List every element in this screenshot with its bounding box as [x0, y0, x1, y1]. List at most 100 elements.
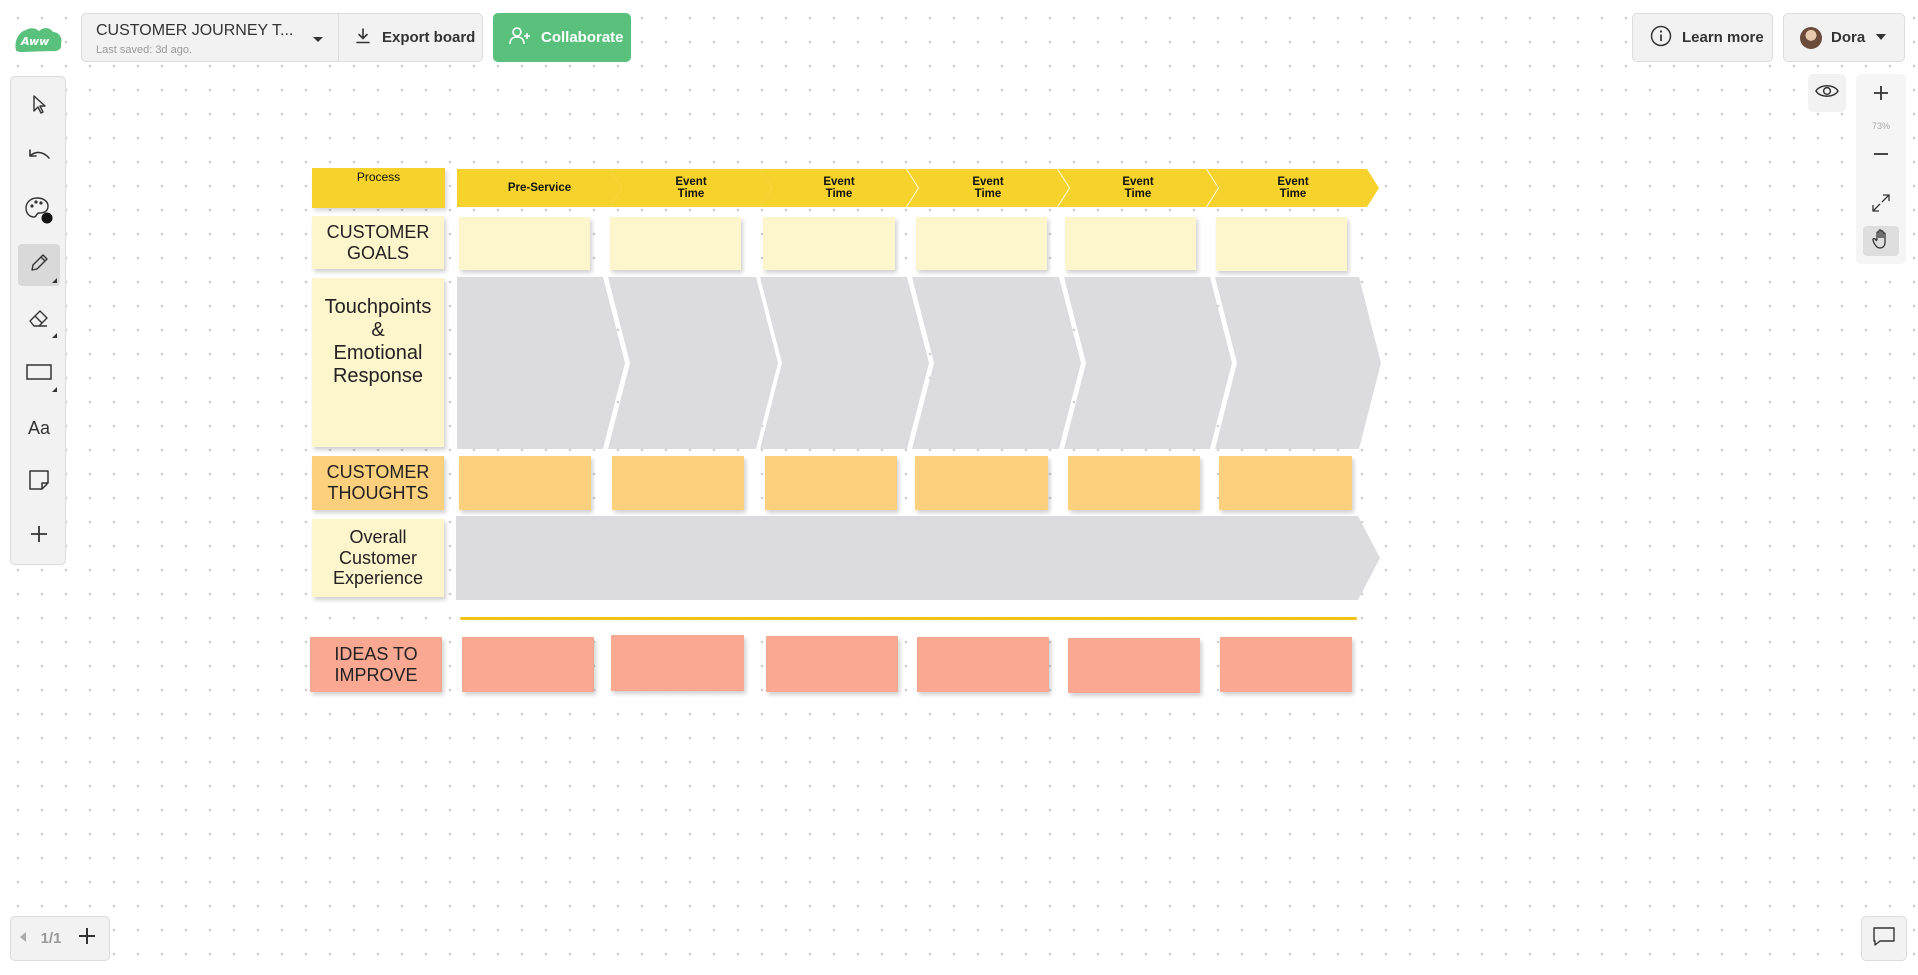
minus-icon	[1872, 145, 1890, 168]
last-saved-status: Last saved: 3d ago.	[96, 44, 193, 56]
zoom-in-button[interactable]	[1861, 78, 1901, 112]
chat-bubble-icon	[1871, 925, 1897, 952]
plus-icon	[1872, 84, 1890, 107]
ideas-to-improve-label[interactable]: IDEAS TO IMPROVE	[310, 637, 442, 692]
view-mode-button[interactable]	[1808, 74, 1846, 112]
idea-sticky-note[interactable]	[1220, 637, 1352, 692]
stage-header-event-time[interactable]: Event Time	[1207, 169, 1379, 207]
learn-more-label: Learn more	[1682, 29, 1764, 46]
user-menu-button[interactable]: Dora	[1783, 13, 1905, 62]
stage-header-event-time[interactable]: Event Time	[610, 169, 772, 207]
chat-button[interactable]	[1861, 916, 1907, 961]
eraser-icon	[27, 307, 51, 334]
touchpoints-label[interactable]: Touchpoints & Emotional Response	[312, 278, 444, 447]
previous-page-button[interactable]	[11, 917, 35, 960]
svg-text:Aww: Aww	[20, 35, 50, 48]
touchpoint-chevron[interactable]	[760, 277, 929, 449]
sticky-note-tool-button[interactable]	[18, 461, 60, 503]
goal-sticky-note[interactable]	[1065, 217, 1196, 270]
collaborate-label: Collaborate	[541, 29, 624, 46]
goal-sticky-note[interactable]	[1216, 217, 1347, 271]
idea-sticky-note[interactable]	[611, 635, 744, 691]
avatar	[1800, 26, 1822, 49]
process-label-note[interactable]: Process	[312, 168, 445, 208]
board-menu-caret-icon[interactable]	[309, 32, 327, 46]
divider	[338, 14, 339, 61]
add-user-icon	[509, 26, 531, 50]
page-indicator: 1/1	[40, 930, 62, 947]
zoom-out-button[interactable]	[1861, 139, 1901, 173]
expand-icon	[1870, 192, 1892, 219]
zoom-level: 73%	[1871, 121, 1890, 131]
thought-sticky-note[interactable]	[765, 456, 897, 510]
overall-experience-arrow[interactable]	[456, 516, 1380, 600]
pencil-icon	[28, 252, 50, 279]
add-page-button[interactable]	[67, 917, 107, 960]
page-navigator: 1/1	[10, 916, 110, 961]
goal-sticky-note[interactable]	[459, 217, 590, 270]
undo-button[interactable]	[18, 138, 60, 180]
touchpoint-chevron[interactable]	[608, 277, 778, 449]
download-icon	[354, 27, 372, 49]
export-board-label: Export board	[382, 29, 476, 46]
goal-sticky-note[interactable]	[610, 217, 741, 270]
select-tool-button[interactable]	[18, 85, 60, 127]
cursor-arrow-icon	[28, 93, 50, 120]
user-name: Dora	[1831, 29, 1866, 46]
customer-thoughts-label[interactable]: CUSTOMER THOUGHTS	[312, 456, 444, 510]
eraser-tool-button[interactable]	[18, 299, 60, 341]
touchpoint-chevron[interactable]	[1215, 277, 1381, 449]
goal-sticky-note[interactable]	[763, 217, 895, 270]
undo-icon	[26, 146, 52, 173]
overall-experience-label[interactable]: Overall Customer Experience	[312, 519, 444, 597]
text-tool-label: Aa	[27, 417, 51, 438]
thought-sticky-note[interactable]	[459, 456, 591, 510]
info-icon	[1650, 25, 1672, 51]
pan-tool-button[interactable]	[1863, 226, 1899, 256]
rectangle-icon	[25, 362, 53, 387]
goal-sticky-note[interactable]	[916, 217, 1047, 270]
idea-sticky-note[interactable]	[917, 637, 1049, 692]
learn-more-button[interactable]: Learn more	[1632, 13, 1773, 62]
idea-sticky-note[interactable]	[462, 637, 594, 692]
fit-to-screen-button[interactable]	[1861, 188, 1901, 222]
submenu-indicator-icon	[52, 333, 57, 338]
hand-icon	[1871, 228, 1891, 255]
add-tool-button[interactable]	[18, 515, 60, 557]
pen-tool-button[interactable]	[18, 244, 60, 286]
collaborate-button[interactable]: Collaborate	[493, 13, 631, 62]
process-label: Process	[356, 170, 401, 184]
idea-sticky-note[interactable]	[1068, 638, 1200, 693]
thought-sticky-note[interactable]	[915, 456, 1048, 510]
stage-header-event-time[interactable]: Event Time	[1058, 169, 1218, 207]
touchpoint-chevron[interactable]	[912, 277, 1081, 449]
idea-sticky-note[interactable]	[766, 636, 898, 692]
touchpoint-chevron[interactable]	[457, 277, 625, 449]
zoom-controls: 73%	[1856, 74, 1906, 264]
touchpoint-chevron[interactable]	[1064, 277, 1232, 449]
board-title-panel: CUSTOMER JOURNEY T... Last saved: 3d ago…	[81, 13, 483, 62]
export-board-button[interactable]: Export board	[340, 14, 482, 61]
submenu-indicator-icon	[52, 278, 57, 283]
color-palette-button[interactable]	[18, 191, 60, 233]
rectangle-tool-button[interactable]	[18, 353, 60, 395]
thought-sticky-note[interactable]	[1219, 456, 1352, 510]
thought-sticky-note[interactable]	[1068, 456, 1200, 510]
stage-header-event-time[interactable]: Event Time	[760, 169, 918, 207]
palette-icon	[24, 195, 54, 230]
tool-palette: Aa	[10, 76, 66, 565]
plus-icon	[28, 523, 50, 550]
eye-icon	[1814, 82, 1840, 105]
sticky-note-icon	[27, 468, 51, 497]
customer-goals-label[interactable]: CUSTOMER GOALS	[312, 216, 444, 269]
app-logo[interactable]: Aww	[12, 24, 64, 54]
stage-header-event-time[interactable]: Event Time	[907, 169, 1069, 207]
board-title[interactable]: CUSTOMER JOURNEY T...	[96, 22, 296, 40]
divider-line[interactable]	[460, 617, 1357, 620]
thought-sticky-note[interactable]	[612, 456, 744, 510]
chevron-left-icon	[18, 930, 28, 948]
submenu-indicator-icon	[52, 387, 57, 392]
stage-header-pre-service[interactable]: Pre-Service	[457, 169, 622, 207]
plus-icon	[77, 926, 97, 951]
text-tool-button[interactable]: Aa	[18, 407, 60, 449]
